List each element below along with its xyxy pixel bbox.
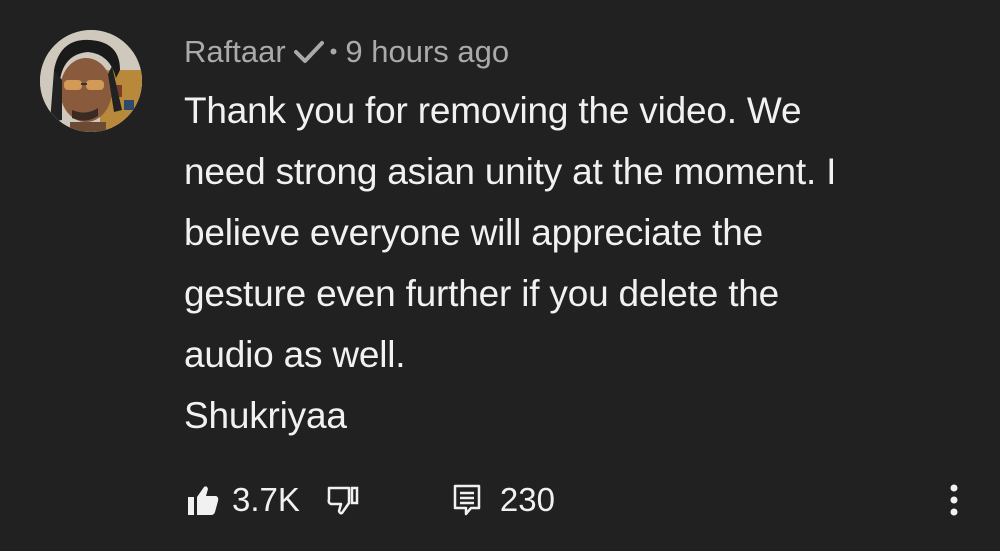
check-icon — [292, 37, 326, 67]
reply-count[interactable]: 230 — [500, 481, 555, 519]
more-vertical-icon[interactable] — [940, 478, 968, 522]
header-separator: • — [329, 39, 338, 64]
comment-actions: 3.7K 230 — [186, 476, 555, 524]
thumbs-down-icon[interactable] — [326, 483, 360, 517]
comment-timestamp[interactable]: 9 hours ago — [345, 34, 509, 70]
thumbs-up-icon[interactable] — [186, 483, 220, 517]
comment-text: Thank you for removing the video. We nee… — [184, 90, 837, 436]
comment-card: Raftaar • 9 hours ago Thank you for remo… — [0, 0, 1000, 551]
author-name[interactable]: Raftaar — [184, 34, 286, 70]
reply-comment-icon[interactable] — [452, 483, 482, 517]
like-count: 3.7K — [232, 481, 300, 518]
comment-header: Raftaar • 9 hours ago — [184, 30, 509, 74]
avatar[interactable] — [40, 30, 142, 132]
avatar-image — [40, 30, 142, 132]
